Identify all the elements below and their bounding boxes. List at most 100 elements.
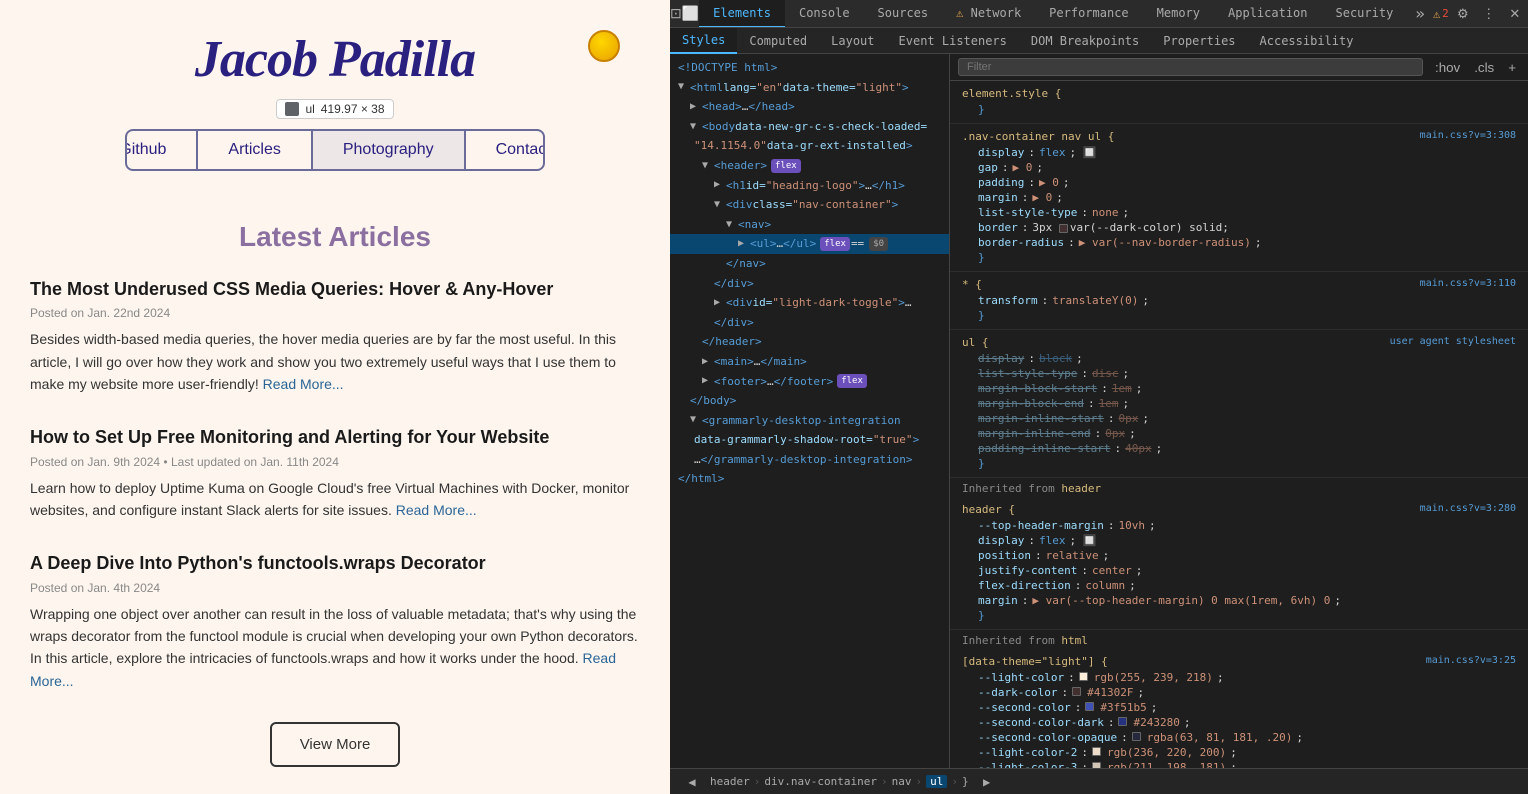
inherited-label-html: Inherited from html bbox=[950, 630, 1528, 649]
breadcrumb-forward-button[interactable]: ▶ bbox=[973, 768, 1001, 794]
css-prop: --light-color: rgb(255, 239, 218); bbox=[962, 670, 1516, 685]
devtools-main-area: <!DOCTYPE html> <html lang="en" data-the… bbox=[670, 54, 1528, 768]
tab-dom-breakpoints[interactable]: DOM Breakpoints bbox=[1019, 28, 1151, 54]
css-prop: display: flex; 🔲 bbox=[962, 145, 1516, 160]
read-more-link[interactable]: Read More... bbox=[263, 376, 344, 392]
dom-line[interactable]: <grammarly-desktop-integration bbox=[670, 411, 949, 431]
tab-network[interactable]: ⚠ Network bbox=[942, 0, 1035, 28]
inherited-label: Inherited from header bbox=[950, 478, 1528, 497]
article-item: A Deep Dive Into Python's functools.wrap… bbox=[30, 551, 640, 692]
tab-event-listeners[interactable]: Event Listeners bbox=[887, 28, 1019, 54]
filter-cls-button[interactable]: .cls bbox=[1470, 60, 1498, 75]
css-prop: position: relative; bbox=[962, 548, 1516, 563]
dom-line[interactable]: </html> bbox=[670, 469, 949, 489]
devtools-device-button[interactable]: ⬜ bbox=[682, 0, 699, 28]
dom-line[interactable]: </nav> bbox=[670, 254, 949, 274]
dom-line[interactable]: <div class="nav-container"> bbox=[670, 195, 949, 215]
filter-input[interactable] bbox=[958, 58, 1423, 76]
tab-sources[interactable]: Sources bbox=[864, 0, 943, 28]
tab-security[interactable]: Security bbox=[1322, 0, 1408, 28]
settings-gear-button[interactable]: ⚙ bbox=[1451, 2, 1475, 26]
css-selector: user agent stylesheet ul { bbox=[962, 336, 1516, 349]
devtools-top-tabs: ⊡ ⬜ Elements Console Sources ⚠ Network P… bbox=[670, 0, 1528, 28]
css-prop: --light-color-2: rgb(236, 220, 200); bbox=[962, 745, 1516, 760]
css-prop: margin: ▶ 0; bbox=[962, 190, 1516, 205]
css-block-html: main.css?v=3:25 [data-theme="light"] { -… bbox=[950, 649, 1528, 768]
nav-item-articles[interactable]: Articles bbox=[198, 131, 312, 169]
breadcrumb-item-header[interactable]: header bbox=[710, 775, 750, 788]
filter-hov-button[interactable]: :hov bbox=[1431, 60, 1464, 75]
dom-line[interactable]: <body data-new-gr-c-s-check-loaded= bbox=[670, 117, 949, 137]
nav-item-photography[interactable]: Photography bbox=[313, 131, 466, 169]
filter-add-button[interactable]: + bbox=[1504, 60, 1520, 75]
css-prop: } bbox=[962, 250, 1516, 265]
tab-accessibility[interactable]: Accessibility bbox=[1248, 28, 1366, 54]
dom-line[interactable]: <div id="light-dark-toggle"> … bbox=[670, 293, 949, 313]
dom-line[interactable]: </div> bbox=[670, 313, 949, 333]
tab-memory[interactable]: Memory bbox=[1143, 0, 1214, 28]
error-badge: ⚠ bbox=[1433, 7, 1440, 21]
nav-item-github[interactable]: Github bbox=[125, 131, 198, 169]
nav-item-contact[interactable]: Contact bbox=[466, 131, 545, 169]
tab-styles[interactable]: Styles bbox=[670, 28, 737, 54]
dom-line[interactable]: <html lang="en" data-theme="light"> bbox=[670, 78, 949, 98]
breadcrumb-item-nav[interactable]: nav bbox=[892, 775, 912, 788]
circle-indicator bbox=[588, 30, 620, 62]
dom-line[interactable]: <nav> bbox=[670, 215, 949, 235]
css-prop: border: 3px var(--dark-color) solid; bbox=[962, 220, 1516, 235]
dom-line[interactable]: </body> bbox=[670, 391, 949, 411]
breadcrumb-item-nav-container[interactable]: div.nav-container bbox=[764, 775, 877, 788]
css-prop-struck: margin-inline-start: 0px; bbox=[962, 411, 1516, 426]
site-logo: Jacob Padilla bbox=[20, 30, 650, 89]
devtools-close-button[interactable]: ✕ bbox=[1503, 2, 1527, 26]
tab-computed[interactable]: Computed bbox=[737, 28, 819, 54]
dom-line[interactable]: <head> … </head> bbox=[670, 97, 949, 117]
dom-line[interactable]: data-grammarly-shadow-root="true"> bbox=[670, 430, 949, 450]
styles-panel: :hov .cls + element.style { } main.css?v… bbox=[950, 54, 1528, 768]
dom-line[interactable]: "14.1154.0" data-gr-ext-installed> bbox=[670, 136, 949, 156]
css-prop-struck: margin-block-end: 1em; bbox=[962, 396, 1516, 411]
dom-panel: <!DOCTYPE html> <html lang="en" data-the… bbox=[670, 54, 950, 768]
dom-line[interactable]: <header>flex bbox=[670, 156, 949, 176]
css-prop: padding: ▶ 0; bbox=[962, 175, 1516, 190]
css-prop-struck: margin-block-start: 1em; bbox=[962, 381, 1516, 396]
css-prop: --dark-color: #41302F; bbox=[962, 685, 1516, 700]
badge-count: 2 bbox=[1442, 7, 1449, 20]
dom-line[interactable]: <h1 id="heading-logo"> … </h1> bbox=[670, 176, 949, 196]
dom-line[interactable]: <footer> … </footer> flex bbox=[670, 372, 949, 392]
breadcrumb-item-ul[interactable]: ul bbox=[926, 775, 947, 788]
dom-line[interactable]: <!DOCTYPE html> bbox=[670, 58, 949, 78]
tab-layout[interactable]: Layout bbox=[819, 28, 886, 54]
css-selector: main.css?v=3:280 header { bbox=[962, 503, 1516, 516]
css-prop: transform: translateY(0); bbox=[962, 293, 1516, 308]
article-meta: Posted on Jan. 9th 2024 • Last updated o… bbox=[30, 455, 640, 469]
tab-performance[interactable]: Performance bbox=[1035, 0, 1142, 28]
article-title: How to Set Up Free Monitoring and Alerti… bbox=[30, 425, 640, 450]
tab-console[interactable]: Console bbox=[785, 0, 864, 28]
dom-line[interactable]: … </grammarly-desktop-integration> bbox=[670, 450, 949, 470]
css-prop-struck: margin-inline-end: 0px; bbox=[962, 426, 1516, 441]
filter-bar: :hov .cls + bbox=[950, 54, 1528, 81]
article-excerpt: Learn how to deploy Uptime Kuma on Googl… bbox=[30, 477, 640, 522]
view-more-button[interactable]: View More bbox=[270, 722, 401, 767]
tab-application[interactable]: Application bbox=[1214, 0, 1321, 28]
css-selector: main.css?v=3:308 .nav-container nav ul { bbox=[962, 130, 1516, 143]
breadcrumb-back-button[interactable]: ◀ bbox=[678, 768, 706, 794]
article-excerpt: Wrapping one object over another can res… bbox=[30, 603, 640, 693]
dom-line[interactable]: <main> … </main> bbox=[670, 352, 949, 372]
devtools-inspect-button[interactable]: ⊡ bbox=[670, 0, 682, 28]
tab-elements[interactable]: Elements bbox=[699, 0, 785, 28]
read-more-link[interactable]: Read More... bbox=[396, 502, 477, 518]
dom-line[interactable]: </header> bbox=[670, 332, 949, 352]
dom-line-selected[interactable]: <ul> … </ul> flex == $0 bbox=[670, 234, 949, 254]
article-title: The Most Underused CSS Media Queries: Ho… bbox=[30, 277, 640, 302]
css-prop: } bbox=[962, 456, 1516, 471]
css-prop: list-style-type: none; bbox=[962, 205, 1516, 220]
devtools-dots-button[interactable]: ⋮ bbox=[1477, 2, 1501, 26]
more-tabs-button[interactable]: » bbox=[1407, 4, 1433, 23]
inspect-dimensions: 419.97 × 38 bbox=[321, 102, 385, 116]
css-prop: margin: ▶ var(--top-header-margin) 0 max… bbox=[962, 593, 1516, 608]
dom-line[interactable]: </div> bbox=[670, 274, 949, 294]
tab-properties[interactable]: Properties bbox=[1151, 28, 1247, 54]
breadcrumb-close-brace[interactable]: } bbox=[962, 775, 969, 788]
